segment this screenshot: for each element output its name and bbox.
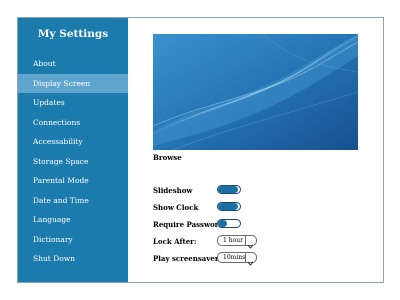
sidebar-item-storage-space[interactable]: Storage Space xyxy=(18,152,128,172)
lock-after-label: Lock After: xyxy=(153,237,197,246)
sidebar-item-date-and-time[interactable]: Date and Time xyxy=(18,191,128,211)
show-clock-label: Show Clock xyxy=(153,203,199,212)
sidebar: My Settings About Display Screen Updates… xyxy=(18,18,128,282)
show-clock-toggle[interactable] xyxy=(217,202,241,211)
sidebar-item-shut-down[interactable]: Shut Down xyxy=(18,249,128,269)
wallpaper-image xyxy=(153,34,358,150)
settings-window: My Settings About Display Screen Updates… xyxy=(17,17,384,283)
sidebar-item-accessability[interactable]: Accessability xyxy=(18,132,128,152)
sidebar-item-language[interactable]: Language xyxy=(18,210,128,230)
play-screensaver-value: 10mins xyxy=(223,254,246,261)
sidebar-item-updates[interactable]: Updates xyxy=(18,93,128,113)
sidebar-menu: About Display Screen Updates Connections… xyxy=(18,54,128,269)
sidebar-title: My Settings xyxy=(37,28,109,40)
slideshow-toggle[interactable] xyxy=(217,185,241,194)
sidebar-item-about[interactable]: About xyxy=(18,54,128,74)
play-screensaver-select[interactable]: 10mins xyxy=(217,252,257,266)
play-screensaver-label: Play screensaver xyxy=(153,254,219,263)
lock-after-select[interactable]: 1 hour xyxy=(217,235,257,249)
require-password-toggle[interactable] xyxy=(217,219,241,228)
sidebar-item-parental-mode[interactable]: Parental Mode xyxy=(18,171,128,191)
slideshow-label: Slideshow xyxy=(153,186,193,195)
sidebar-item-dictionary[interactable]: Dictionary xyxy=(18,230,128,250)
browse-link[interactable]: Browse xyxy=(153,153,182,162)
wallpaper-preview[interactable] xyxy=(153,34,358,150)
lock-after-value: 1 hour xyxy=(223,237,243,244)
require-password-label: Require Password xyxy=(153,220,224,229)
chevron-down-icon xyxy=(245,236,255,249)
sidebar-item-connections[interactable]: Connections xyxy=(18,113,128,133)
sidebar-item-display-screen[interactable]: Display Screen xyxy=(18,73,128,93)
chevron-down-icon xyxy=(245,253,255,266)
